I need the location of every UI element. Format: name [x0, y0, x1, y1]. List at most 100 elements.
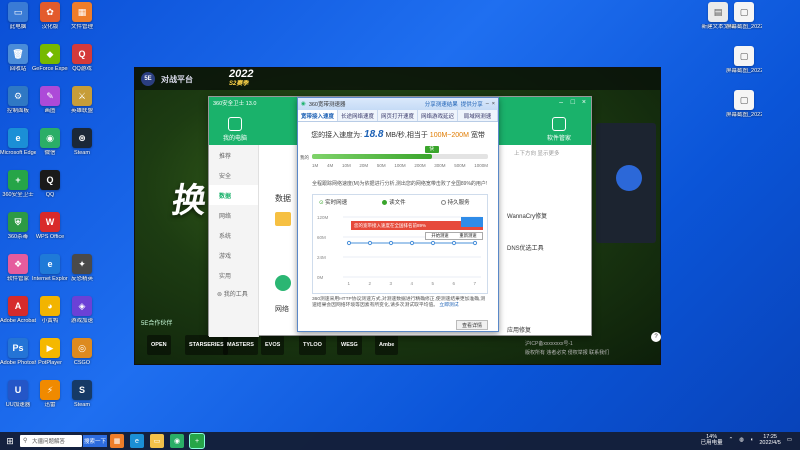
desktop-icon[interactable]: ◈ 游戏加速 — [64, 296, 100, 338]
speed-point — [409, 240, 415, 246]
desktop-icon[interactable]: ▢ 屏幕截图_2022022... — [726, 46, 762, 88]
desktop-icon[interactable]: Q QQ游戏 — [64, 44, 100, 86]
desktop-icon[interactable]: ⊛ Steam — [64, 128, 100, 170]
view-details-button[interactable]: 查看详情 — [456, 320, 488, 330]
file-explorer-icon[interactable]: ▦ — [110, 434, 124, 448]
security-nav-item[interactable]: 我的电脑 — [215, 117, 255, 145]
edge-icon[interactable]: e — [130, 434, 144, 448]
partner-logo[interactable]: OPEN — [147, 335, 171, 355]
sidebar-item[interactable]: 推荐 — [209, 145, 258, 165]
sidebar-item[interactable]: 系统 — [209, 225, 258, 245]
partner-logo[interactable]: WESG — [337, 335, 362, 355]
desktop-icon[interactable]: ▶ PotPlayer — [32, 338, 68, 380]
desktop-icon[interactable]: ◕ 小黄鸭 — [32, 296, 68, 338]
desktop-icon[interactable]: A Adobe Acrobat — [0, 296, 36, 338]
desktop-icon-label: 回收站 — [9, 66, 27, 72]
start-test-button[interactable]: 开始测速 — [431, 233, 448, 239]
right-text-2[interactable]: WannaCry修复 — [507, 211, 547, 220]
share-result-link[interactable]: 分享测速结果 — [425, 100, 458, 108]
partner-logo[interactable]: TYLOO — [299, 335, 326, 355]
sidebar-item[interactable]: 游戏 — [209, 245, 258, 265]
speedtest-tab[interactable]: 网页打开速度 — [378, 110, 418, 121]
partner-logo[interactable]: EVOS — [261, 335, 285, 355]
desktop-icon[interactable]: 🗑 回收站 — [0, 44, 36, 86]
desktop-icon[interactable]: ✦ 反恐精英 — [64, 254, 100, 296]
partner-logo[interactable]: STARSERIES — [185, 335, 228, 355]
speedtest-close-icon[interactable]: × — [492, 101, 495, 107]
test-now-link[interactable]: 立即测试 — [439, 303, 458, 308]
partner-logo[interactable]: Ambe — [375, 335, 399, 355]
volume-icon[interactable]: ◖ — [750, 437, 753, 443]
desktop-icon[interactable]: ◎ CSGO — [64, 338, 100, 380]
search-button[interactable]: 搜索一下 — [83, 435, 107, 447]
speed-bar-fill — [312, 154, 432, 159]
desktop-icon-label: GeForce Experience — [32, 66, 68, 72]
search-box[interactable]: ⚲ 大疆问题解答 — [20, 435, 82, 447]
desktop-icon[interactable]: ⚔ 英雄联盟 — [64, 86, 100, 128]
desktop-icon[interactable]: U UU加速器 — [0, 380, 36, 422]
battery-indicator[interactable]: 14% 已用电量 — [701, 434, 723, 446]
desktop-icon[interactable]: Ps Adobe Photoshop — [0, 338, 36, 380]
help-icon[interactable]: ? — [651, 332, 661, 342]
desktop-icon[interactable]: ⚡ 迅雷 — [32, 380, 68, 422]
security-taskbar-icon[interactable]: + — [189, 433, 205, 449]
network-icon[interactable]: ◍ — [739, 437, 744, 443]
desktop-icon[interactable]: S Steam — [64, 380, 100, 422]
desktop-icon[interactable]: ▭ 此电脑 — [0, 2, 36, 44]
notification-icon[interactable]: ▭ — [787, 437, 792, 443]
partners-label: 5E合作伙伴 — [141, 321, 173, 327]
speedtest-tab[interactable]: 局域网测速 — [458, 110, 498, 121]
desktop-icon-label: Microsoft Edge — [0, 150, 36, 156]
desktop-icon[interactable]: ✎ 画图 — [32, 86, 68, 128]
close-icon[interactable]: × — [582, 99, 586, 106]
partner-logo[interactable]: MASTERS — [223, 335, 258, 355]
desktop-icon[interactable]: e Microsoft Edge — [0, 128, 36, 170]
season-banner[interactable]: 2022 S2赛季 — [229, 69, 253, 89]
app-icon: ◆ — [40, 44, 60, 64]
sidebar-item[interactable]: 安全 — [209, 165, 258, 185]
speedtest-minimize-icon[interactable]: – — [486, 101, 489, 107]
security-nav-item[interactable]: 软件管家 — [539, 117, 579, 145]
desktop-icon[interactable]: ⚙ 控制面板 — [0, 86, 36, 128]
desktop-icon[interactable]: ◉ 微信 — [32, 128, 68, 170]
desktop-icon[interactable]: e Internet Explorer — [32, 254, 68, 296]
desktop-icon-label: 汉化版 — [41, 24, 59, 30]
speedtest-tab[interactable]: 长途网络速度 — [338, 110, 378, 121]
provide-share-link[interactable]: 提供分享 — [461, 100, 483, 108]
speedtest-tab[interactable]: 网络游戏延迟 — [418, 110, 458, 121]
desktop-icon[interactable]: ▢ 屏幕截图_2022031... — [726, 90, 762, 132]
network-heading: 网络 — [275, 306, 289, 313]
minimize-icon[interactable]: – — [559, 99, 563, 106]
desktop-icon[interactable]: ❖ 软件管家 — [0, 254, 36, 296]
desktop-icon[interactable]: ✿ 汉化版 — [32, 2, 68, 44]
action-circle-button[interactable] — [616, 165, 642, 191]
maximize-icon[interactable]: □ — [571, 99, 575, 106]
clock[interactable]: 17:25 2022/4/5 — [759, 434, 780, 446]
app-icon: ⚙ — [8, 86, 28, 106]
desktop-icon[interactable]: Q QQ — [32, 170, 68, 212]
sidebar-item[interactable]: 网络 — [209, 205, 258, 225]
speedtest-title: 360宽带测速器 — [308, 102, 346, 108]
speedtest-tab[interactable]: 宽带接入速度 — [298, 110, 338, 121]
sidebar-item[interactable]: 数据 — [209, 185, 258, 205]
retest-button[interactable]: 重新测速 — [459, 233, 476, 239]
desktop-icon[interactable]: W WPS Office — [32, 212, 68, 254]
chevron-up-icon[interactable]: ⌃ — [729, 437, 734, 443]
desktop-icon[interactable]: ◆ GeForce Experience — [32, 44, 68, 86]
right-text-4[interactable]: 应用修复 — [507, 325, 531, 334]
desktop-icon[interactable]: ▦ 文件管理 — [64, 2, 100, 44]
folder-taskbar-icon[interactable]: ▭ — [150, 434, 164, 448]
my-tools[interactable]: ⊚ 我的工具 — [217, 289, 248, 298]
game-logo-icon[interactable]: 5E — [141, 72, 155, 86]
shield-icon[interactable] — [275, 275, 291, 291]
start-icon[interactable]: ⊞ — [3, 434, 17, 448]
desktop-icon[interactable]: ▢ 屏幕截图_2022022... — [726, 2, 762, 44]
sidebar-item[interactable]: 实用 — [209, 265, 258, 285]
desktop-icon[interactable]: +360安全卫士 — [0, 170, 36, 212]
folder-icon[interactable] — [275, 212, 291, 226]
right-text-3[interactable]: DNS优选工具 — [507, 243, 544, 252]
right-text-1[interactable]: 上下方向 显示更多 — [514, 149, 560, 157]
desktop-icon[interactable]: ⛨ 360杀毒 — [0, 212, 36, 254]
scale-label: 10M — [341, 163, 351, 168]
wechat-taskbar-icon[interactable]: ◉ — [170, 434, 184, 448]
